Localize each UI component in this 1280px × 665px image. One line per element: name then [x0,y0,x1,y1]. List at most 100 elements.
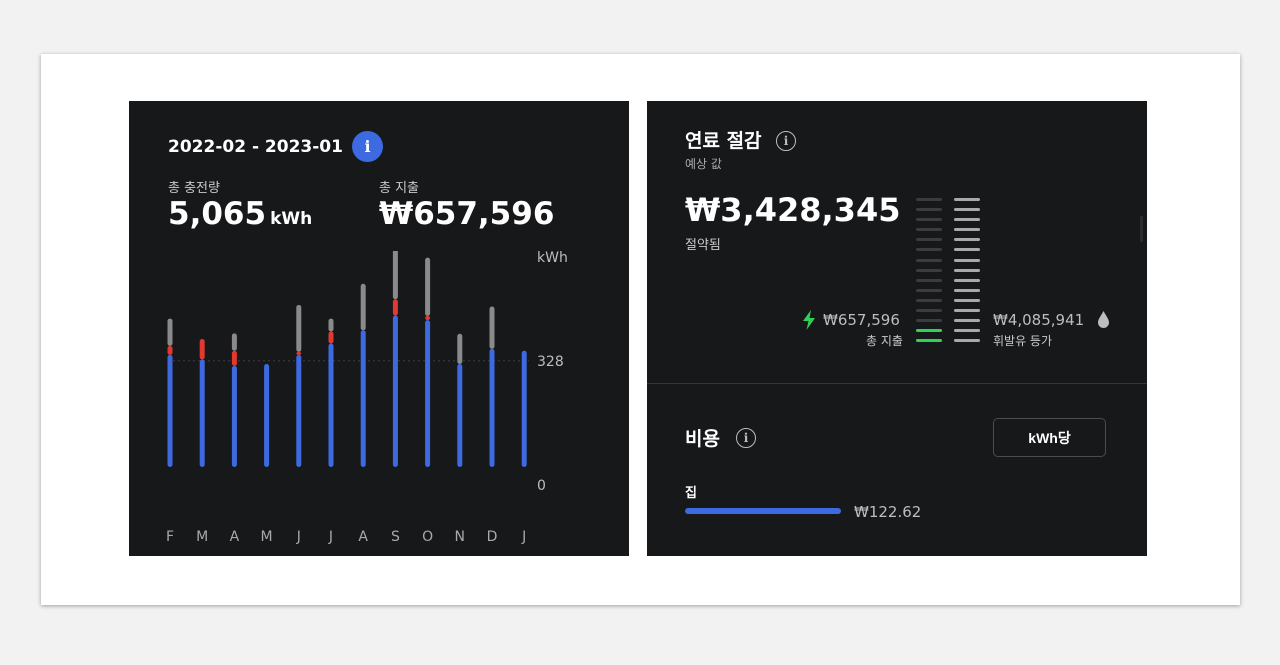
bar-charging[interactable] [296,354,302,467]
bar-charging[interactable] [264,364,270,467]
meter-tick [916,309,942,313]
bar-charging[interactable] [489,348,495,467]
scroll-edge [1140,216,1143,242]
x-tick-label: J [521,529,526,545]
bar-other[interactable] [328,318,334,332]
meter-tick [954,288,980,292]
lightning-icon [803,310,815,330]
x-tick-label: S [391,529,400,545]
gas-label: 휘발유 등가 [993,334,1053,348]
bar-charging[interactable] [199,359,205,467]
bar-charging[interactable] [360,330,366,467]
bar-charging[interactable] [521,350,527,467]
bar-charging[interactable] [231,365,237,467]
home-cost-price: ₩122.62 [854,503,922,521]
bar-charging[interactable] [425,320,431,467]
y-axis-unit: kWh [537,251,568,266]
ev-spend-label: 총 지출 [866,334,903,348]
date-range: 2022-02 - 2023-01 [168,137,343,157]
meter-tick [954,329,980,333]
section-divider [647,383,1147,384]
meter-tick [916,228,942,232]
meter-tick [954,228,980,232]
meter-tick [954,198,980,201]
meter-tick [916,208,942,212]
fuel-savings-label: 절약됨 [685,238,721,253]
meter-tick [916,278,942,282]
bar-supercharging[interactable] [167,345,173,355]
bar-other[interactable] [296,304,302,352]
x-tick-label: M [196,529,208,545]
meter-tick [916,339,942,343]
meter-tick [954,298,980,302]
total-spend-value: ₩657,596 [379,196,555,232]
bar-supercharging[interactable] [425,315,431,321]
fuel-info-icon[interactable]: i [776,131,796,151]
charging-summary-panel: 2022-02 - 2023-01 i 총 충전량 5,065 kWh 총 지출 … [129,101,629,556]
gas-amount: ₩4,085,941 [993,311,1085,329]
fuel-savings-subtitle: 예상 값 [685,157,722,171]
total-charge-value: 5,065 kWh [168,196,312,232]
meter-tick [916,329,942,333]
meter-tick [954,268,980,272]
meter-tick [916,248,942,252]
x-tick-label: F [166,529,174,545]
home-cost-bar [685,508,841,514]
fuel-savings-amount: ₩3,428,345 [685,191,901,229]
meter-tick [954,339,980,343]
x-tick-label: D [487,529,498,545]
meter-tick [954,319,980,323]
meter-tick [954,208,980,212]
total-charge-unit: kWh [270,209,313,229]
bar-charging[interactable] [392,315,398,467]
cost-info-icon[interactable]: i [736,428,756,448]
bar-charging[interactable] [167,354,173,467]
x-tick-label: N [455,529,465,545]
cost-title: 비용 [685,428,720,450]
meter-tick [954,309,980,313]
ev-spend-meter [916,198,942,349]
bar-other[interactable] [489,306,495,349]
bar-supercharging[interactable] [231,350,237,366]
meter-tick [954,248,980,252]
x-tick-label: J [296,529,301,545]
meter-tick [916,258,942,262]
total-spend-label: 총 지출 [379,181,420,196]
x-tick-label: A [358,529,368,545]
meter-tick [916,319,942,323]
total-charge-label: 총 충전량 [168,181,220,196]
x-tick-label: J [328,529,333,545]
y-tick-label: 0 [537,478,546,494]
bar-other[interactable] [392,251,398,300]
bar-supercharging[interactable] [392,299,398,316]
bar-other[interactable] [425,257,431,316]
home-label: 집 [685,486,697,501]
bar-supercharging[interactable] [296,351,302,355]
total-charge-number: 5,065 [168,196,267,232]
ev-spend-amount: ₩657,596 [823,311,900,329]
bar-other[interactable] [231,333,237,351]
bar-other[interactable] [360,283,366,331]
fuel-savings-panel: 연료 절감 i 예상 값 ₩3,428,345 절약됨 ₩657,596 총 지… [647,101,1147,556]
bar-other[interactable] [167,318,173,346]
meter-tick [916,198,942,201]
meter-tick [954,218,980,222]
meter-tick [954,278,980,282]
meter-tick [954,258,980,262]
per-kwh-button[interactable]: kWh당 [993,418,1106,457]
bar-charging[interactable] [328,343,334,467]
meter-tick [916,268,942,272]
bar-charging[interactable] [457,364,463,467]
meter-tick [916,238,942,242]
bar-supercharging[interactable] [328,331,334,344]
meter-tick [916,218,942,222]
meter-tick [954,238,980,242]
bar-other[interactable] [457,333,463,365]
meter-tick [916,298,942,302]
monthly-charging-chart: 655kWh3280FMAMJJASONDJ [166,251,568,545]
fuel-savings-title: 연료 절감 [685,130,762,152]
gas-equivalent-meter [954,198,980,349]
info-icon[interactable]: i [352,131,383,162]
meter-tick [916,288,942,292]
bar-supercharging[interactable] [199,339,205,360]
